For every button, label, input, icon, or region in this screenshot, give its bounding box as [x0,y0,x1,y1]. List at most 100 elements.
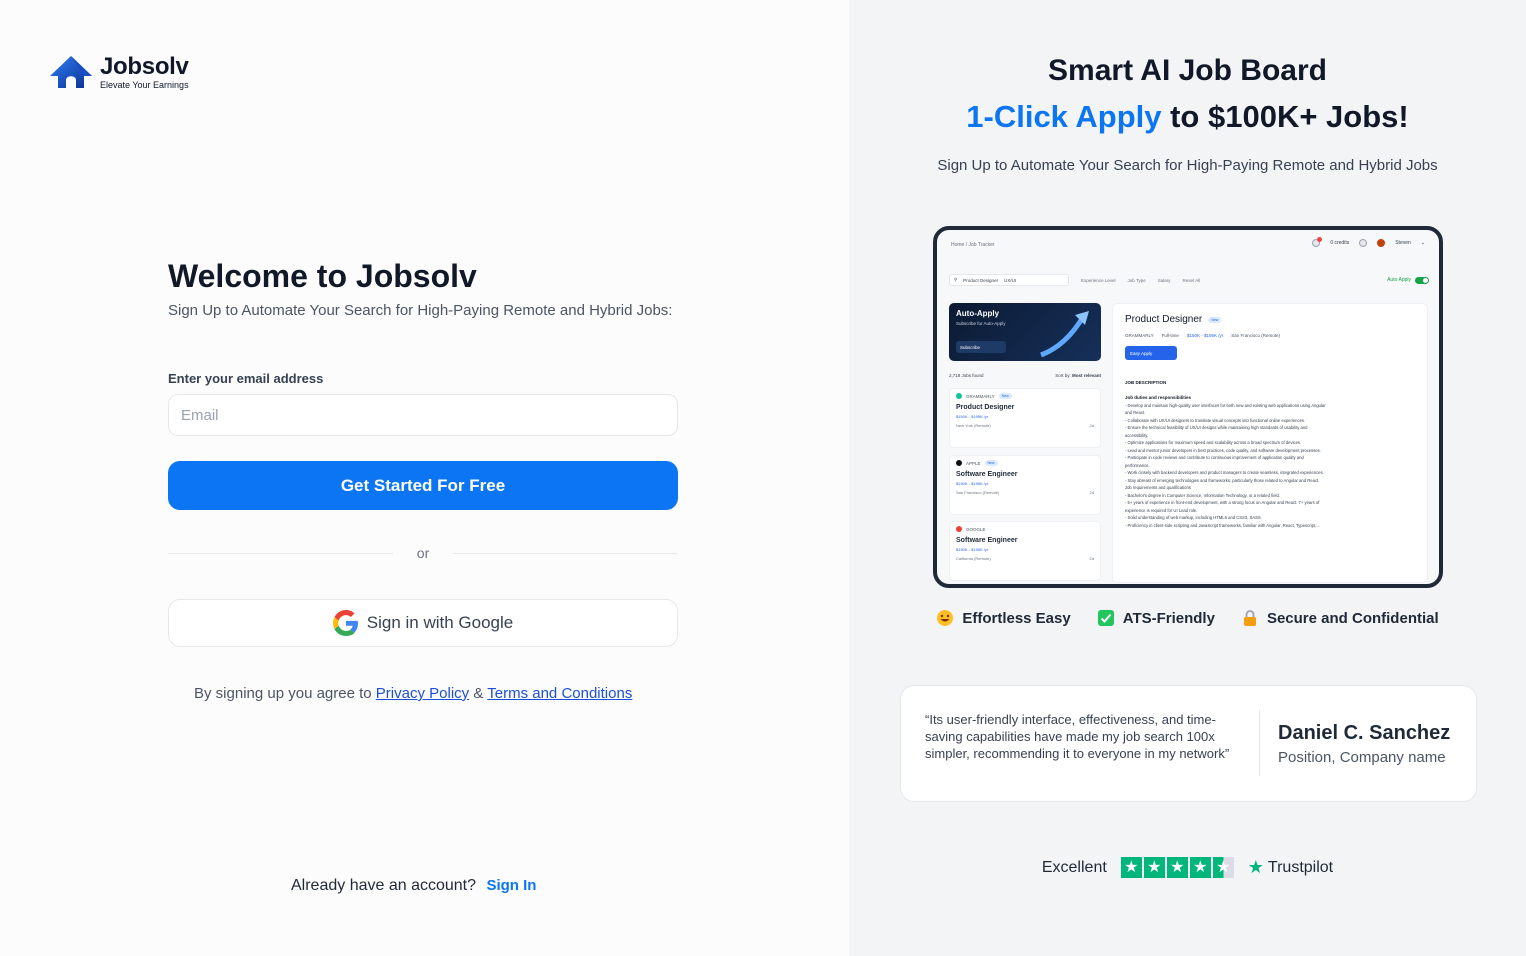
detail-line: - Collaborate with UX/UI designers to tr… [1125,417,1306,423]
detail-line: Job requirements and qualifications [1125,485,1191,490]
job-title: Software Engineer [956,537,1018,544]
detail-line: accessibility. [1125,432,1149,438]
feature-label: Effortless Easy [962,609,1071,627]
job-title: Software Engineer [956,471,1018,478]
job-salary: $150K - $195K /yr [956,547,989,552]
hero-headline-rest: to $100K+ Jobs! [1161,99,1409,134]
checkmark-box-icon [1097,609,1115,627]
rating-label: Excellent [1041,858,1107,876]
or-text: or [416,545,430,561]
google-icon [332,610,358,636]
job-card: GOOGLE Software Engineer $150K - $195K /… [949,521,1101,581]
auto-apply-toggle: Auto Apply [1387,276,1429,284]
preview-topbar: 0 credits Steven ⌄ [1312,237,1425,247]
company-logo-icon [956,393,962,399]
feature-item: Effortless Easy [936,609,1071,627]
ampersand: & [473,685,484,702]
email-field[interactable] [168,394,678,436]
sort-value: Most relevant [1071,373,1101,378]
search-chip: Product Designer [963,277,999,283]
detail-line: - Develop and maintain high-quality user… [1125,402,1326,408]
get-started-button[interactable]: Get Started For Free [168,461,678,510]
divider-line [168,552,393,554]
detail-line: - Lead and mentor junior developers in b… [1125,447,1321,453]
sort-control: Sort by: Most relevant [1055,373,1101,378]
brand-tagline: Elevate Your Earnings [100,79,189,90]
google-signin-label: Sign in with Google [366,613,514,632]
detail-line: - Bachelor's degree in Computer Science,… [1125,492,1280,498]
plus-icon [1359,239,1368,247]
detail-meta: GRAMMARLY Full-time $150K - $195K /yr Sa… [1125,333,1415,338]
privacy-policy-link[interactable]: Privacy Policy [376,685,469,702]
auto-apply-label: Auto Apply [1387,277,1411,283]
sort-label: Sort by: [1055,373,1071,378]
jobsolv-logo-icon [50,56,92,88]
brand-logo[interactable]: Jobsolv Elevate Your Earnings [48,54,189,90]
trustpilot-star-icon: ★ [1247,857,1264,877]
divider-line [453,552,679,554]
search-icon: ⚲ [954,277,958,282]
job-location-row: San Francisco (Remote) 2d [956,490,1094,495]
feature-list: Effortless Easy ATS-Friendly Secure and … [849,609,1526,627]
already-text: Already have an account? [291,877,477,894]
hero-headline: 1-Click Apply to $100K+ Jobs! [849,99,1526,135]
job-location: New York (Remote) [956,423,991,428]
detail-line: - Proficiency in client-side scripting a… [1125,522,1320,528]
hero-highlight: 1-Click Apply [966,99,1162,134]
easy-apply-button: Easy Apply [1125,346,1177,360]
detail-line: - Ensure the technical feasibility of UX… [1125,425,1308,430]
new-badge: New [984,460,998,466]
job-company: APPLE New [956,460,1094,466]
detail-line: and React. [1125,410,1146,415]
testimonial-quote: “Its user-friendly interface, effectiven… [925,712,1230,761]
rocket-arrow-icon [1040,311,1089,357]
terms-link[interactable]: Terms and Conditions [487,685,632,702]
company-name: GRAMMARLY [966,393,995,399]
google-signin-button[interactable]: Sign in with Google [168,599,678,647]
testimonial-position: Position, Company name [1278,749,1446,766]
or-divider: or [168,545,679,561]
detail-line: - Participate in code reviews and contri… [1125,455,1304,460]
company-name: APPLE [966,460,981,466]
signin-prompt: Already have an account? Sign In [291,877,536,895]
filter-job-type: Job Type [1127,277,1146,283]
detail-line: - 5+ years of experience in front-end de… [1125,500,1320,505]
preview-search: ⚲ Product Designer UX/UI [949,274,1069,286]
detail-line: experience is required for UI Lead role. [1125,507,1198,513]
job-age: 2d [1089,490,1094,495]
job-salary: $150K - $195K /yr [956,481,989,486]
page-title: Welcome to Jobsolv [168,258,477,294]
detail-salary: $150K - $195K /yr [1186,333,1224,338]
feature-label: Secure and Confidential [1266,609,1439,627]
preview-breadcrumb: Home / Job Tracker [951,242,995,248]
credits-text: 0 credits [1330,240,1350,246]
job-detail-panel: Product Designer New GRAMMARLY Full-time… [1112,303,1428,583]
avatar [1377,239,1386,247]
job-location-row: California (Remote) 2d [956,556,1094,561]
filter-reset: Reset All [1182,277,1201,283]
chevron-down-icon: ⌄ [1420,240,1425,246]
search-chip: UX/UI [1004,277,1017,283]
lock-icon [1241,609,1259,627]
brand-name: Jobsolv [100,52,189,80]
job-company: GOOGLE [956,526,1094,532]
user-name: Steven [1395,240,1411,246]
signup-panel: Jobsolv Elevate Your Earnings Welcome to… [0,0,849,956]
hero-title: Smart AI Job Board [1048,54,1327,87]
detail-location: San Francisco (Remote) [1231,333,1280,338]
trustpilot-logo[interactable]: ★ Trustpilot [1248,857,1333,878]
feature-label: ATS-Friendly [1122,609,1215,627]
detail-lines: - Develop and maintain high-quality user… [1125,403,1415,528]
job-card: APPLE New Software Engineer $150K - $195… [949,455,1101,515]
job-company: GRAMMARLY New [956,393,1094,399]
signin-link[interactable]: Sign In [486,877,536,894]
detail-line: - Solid understanding of web markup, inc… [1125,515,1262,520]
hero-subtitle: Sign Up to Automate Your Search for High… [937,157,1438,174]
jobs-meta: 2,718 Jobs found Sort by: Most relevant [949,373,1101,378]
grin-face-icon [936,609,954,627]
marketing-panel: Smart AI Job Board 1-Click Apply to $100… [849,0,1526,956]
star-icon: ★ [1189,857,1211,878]
terms-prefix: By signing up you agree to [194,685,372,702]
detail-title-row: Product Designer New [1125,314,1415,325]
apple-logo-icon [956,460,962,466]
